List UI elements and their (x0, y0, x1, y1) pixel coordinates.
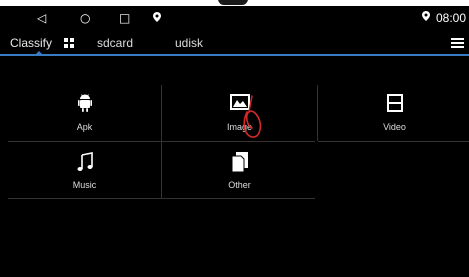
tab-bar: Classify sdcard udisk (0, 30, 469, 56)
tab-udisk[interactable]: udisk (175, 36, 203, 50)
grid-divider (161, 85, 162, 199)
clock: 08:00 (435, 11, 466, 25)
tab-underline (0, 54, 469, 56)
video-icon (386, 94, 403, 117)
category-label: Other (228, 180, 251, 190)
category-label: Video (383, 122, 406, 132)
category-label: Music (72, 180, 97, 190)
tab-classify[interactable]: Classify (10, 36, 52, 50)
notification-location-icon (153, 11, 161, 25)
strip-notch (218, 0, 248, 5)
category-label: Image (226, 122, 252, 132)
location-pin-icon (153, 12, 161, 22)
grid-divider (318, 141, 469, 142)
menu-icon[interactable] (451, 38, 464, 48)
category-image[interactable]: Image (163, 85, 316, 141)
category-grid: Apk Image Video Music Other (8, 85, 469, 199)
category-music[interactable]: Music (8, 143, 161, 199)
music-icon (77, 152, 93, 177)
image-icon (229, 94, 250, 115)
location-icon (421, 10, 430, 26)
active-tab-indicator (35, 51, 43, 55)
category-video[interactable]: Video (318, 85, 469, 141)
category-apk[interactable]: Apk (8, 85, 161, 141)
other-icon (231, 152, 248, 177)
tab-sdcard[interactable]: sdcard (97, 36, 133, 50)
android-icon (77, 94, 92, 118)
screen: ◁ ○ □ 08:00 Classify sdcard udisk Apk Im… (0, 0, 469, 277)
back-icon[interactable]: ◁ (37, 11, 46, 25)
status-bar: ◁ ○ □ 08:00 (0, 6, 469, 30)
home-icon[interactable]: ○ (80, 11, 90, 25)
recent-apps-icon[interactable]: □ (119, 11, 130, 25)
status-right: 08:00 (421, 10, 466, 26)
category-other[interactable]: Other (163, 143, 316, 199)
category-label: Apk (76, 122, 93, 132)
grid-icon[interactable] (64, 38, 74, 48)
